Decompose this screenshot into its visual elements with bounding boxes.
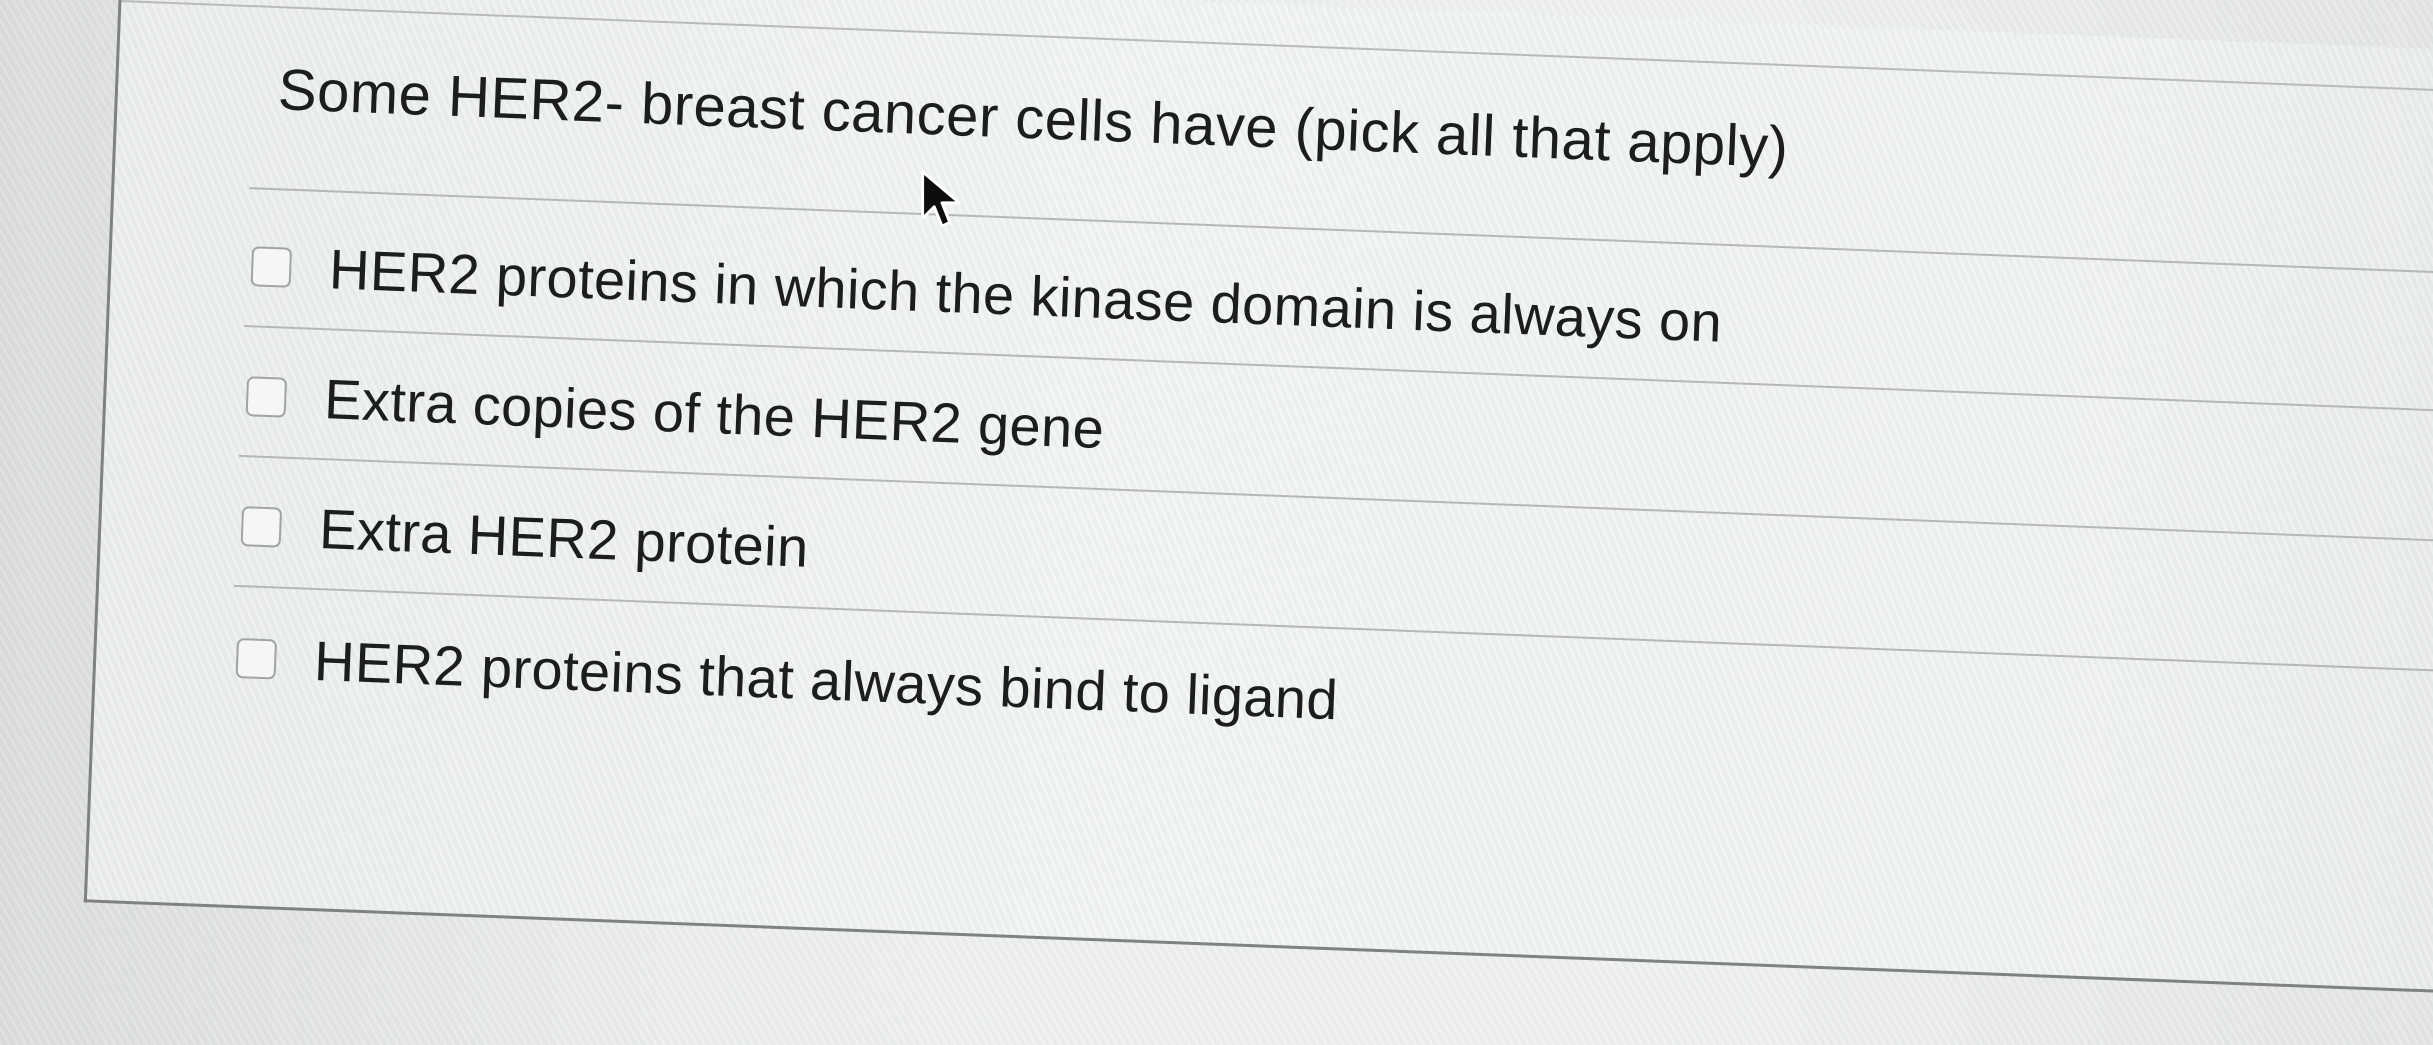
option-row-2[interactable]: Extra copies of the HER2 gene <box>245 363 1105 461</box>
option-label-4: HER2 proteins that always bind to ligand <box>313 628 1340 732</box>
option-label-3: Extra HER2 protein <box>318 497 810 579</box>
question-prompt: Some HER2- breast cancer cells have (pic… <box>276 57 1790 181</box>
checkbox-3[interactable] <box>240 505 283 548</box>
screen: Some HER2- breast cancer cells have (pic… <box>0 0 2433 1045</box>
option-row-1[interactable]: HER2 proteins in which the kinase domain… <box>250 233 1723 354</box>
option-row-3[interactable]: Extra HER2 protein <box>240 493 810 580</box>
option-label-2: Extra copies of the HER2 gene <box>323 367 1106 461</box>
checkbox-1[interactable] <box>250 245 293 288</box>
checkbox-4[interactable] <box>235 637 278 679</box>
mouse-pointer-icon <box>921 170 961 228</box>
checkbox-2[interactable] <box>245 375 288 418</box>
question-card: Some HER2- breast cancer cells have (pic… <box>83 0 2433 999</box>
option-row-4[interactable]: HER2 proteins that always bind to ligand <box>235 625 1339 732</box>
